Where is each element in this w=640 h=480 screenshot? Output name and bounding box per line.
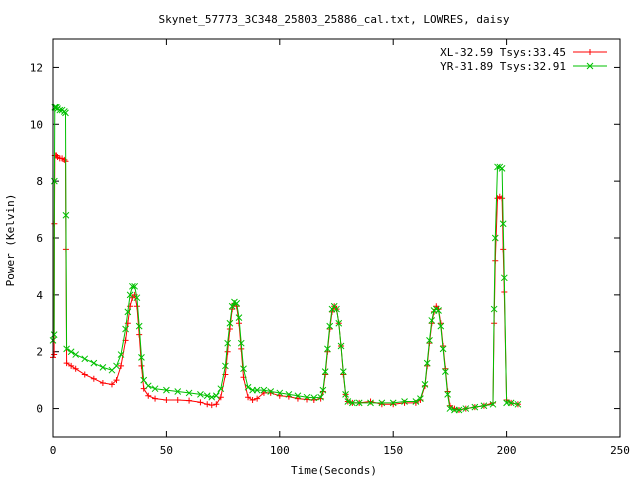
y-tick-label: 2: [36, 346, 43, 359]
x-tick-label: 50: [160, 444, 173, 457]
chart: Skynet_57773_3C348_25803_25886_cal.txt, …: [0, 0, 640, 480]
x-tick-label: 200: [497, 444, 517, 457]
x-tick-label: 0: [50, 444, 57, 457]
x-tick-label: 100: [270, 444, 290, 457]
x-axis-label: Time(Seconds): [291, 464, 377, 477]
y-tick-label: 0: [36, 403, 43, 416]
x-tick-label: 250: [610, 444, 630, 457]
chart-title: Skynet_57773_3C348_25803_25886_cal.txt, …: [159, 13, 510, 26]
y-tick-label: 8: [36, 175, 43, 188]
y-tick-label: 6: [36, 232, 43, 245]
legend-label: YR-31.89 Tsys:32.91: [440, 60, 566, 73]
y-axis-label: Power (Kelvin): [4, 194, 17, 287]
y-tick-label: 10: [30, 118, 43, 131]
x-tick-label: 150: [383, 444, 403, 457]
y-tick-label: 4: [36, 289, 43, 302]
legend-label: XL-32.59 Tsys:33.45: [440, 46, 566, 59]
y-tick-label: 12: [30, 61, 43, 74]
